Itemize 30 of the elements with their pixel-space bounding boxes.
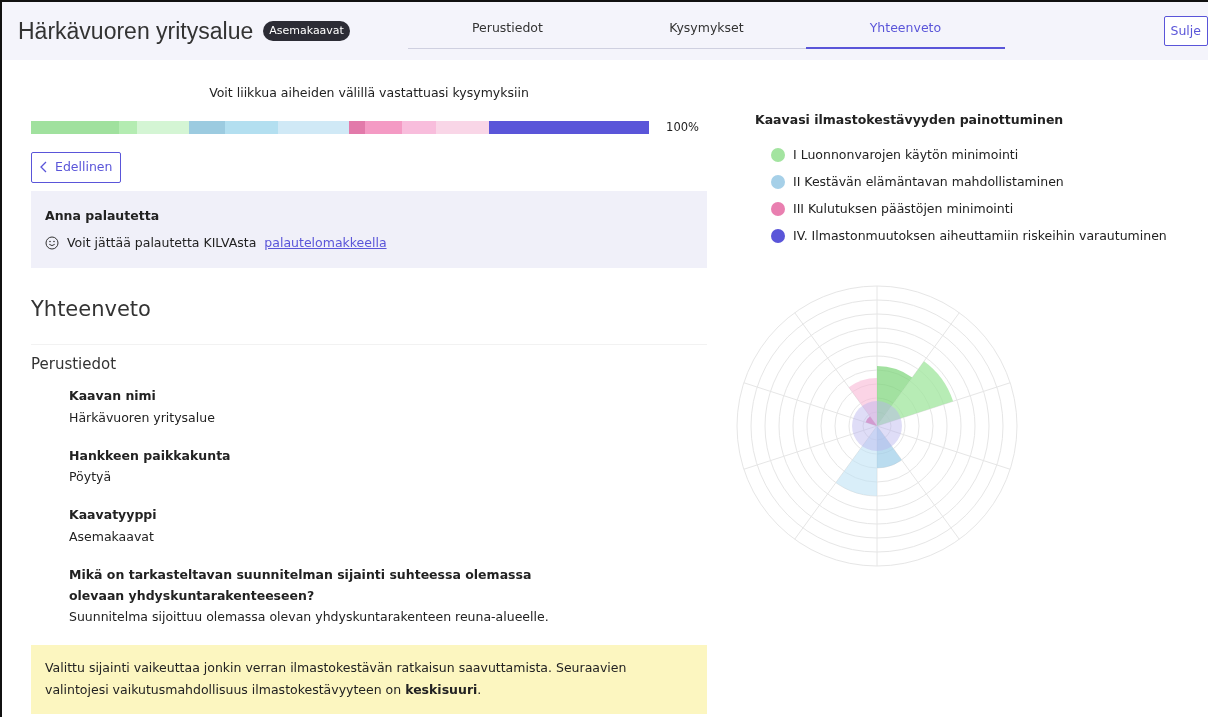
close-button[interactable]: Sulje (1163, 15, 1208, 47)
tab[interactable]: Perustiedot (407, 13, 607, 49)
field-label: Kaavan nimi (69, 387, 157, 406)
legend-label: IV. Ilmastonmuutoksen aiheuttamiin riskeihin varautuminen (793, 226, 1167, 245)
tab[interactable]: Kysymykset (606, 13, 806, 49)
previous-button[interactable]: Edellinen (31, 152, 122, 183)
section-heading: Perustiedot (31, 353, 118, 375)
field-value: Härkävuoren yritysalue (69, 408, 216, 427)
feedback-title: Anna palautetta (45, 206, 161, 225)
feedback-text: Voit jättää palautetta KILVAsta (67, 233, 257, 252)
page-title: Härkävuoren yritysalue (18, 16, 254, 46)
field-value: Pöytyä (69, 468, 113, 486)
legend-label: II Kestävän elämäntavan mahdollistaminen (793, 172, 1064, 191)
progress-reading: 100% (666, 118, 699, 136)
legend-label: III Kulutuksen päästöjen minimointi (793, 199, 1014, 218)
field-value: Asemakaavat (69, 527, 155, 546)
chevron-left-icon (40, 161, 47, 174)
field-label: Kaavatyyppi (69, 506, 158, 525)
field-label: Hankkeen paikkakunta (69, 446, 232, 465)
info-note: Valittu sijainti vaikeuttaa jonkin verran ilmastokestävän ratkaisun saavuttamista. Seuraavien valintojesi vaikutusmahdollisuus ilmastokestävyyteen on keskisuuri. (31, 644, 707, 714)
field-value: Suunnitelma sijoittuu olemassa olevan yhdyskuntarakenteen reuna-alueelle. (69, 608, 550, 627)
smiley-icon (45, 235, 59, 250)
progress-hint: Voit liikkua aiheiden välillä vastattuasi kysymyksiin (208, 84, 530, 102)
feedback-link[interactable]: palautelomakkeella (264, 233, 387, 253)
legend-label: I Luonnonvarojen käytön minimointi (793, 145, 1019, 164)
chart-title: Kaavasi ilmastokestävyyden painottuminen (755, 111, 1065, 129)
field-label: Mikä on tarkasteltavan suunnitelman sijainti suhteessa olemassa olevaan yhdyskuntarakenteeseen? (69, 565, 533, 605)
tab[interactable]: Yhteenveto (805, 13, 1005, 49)
plan-type-badge: Asemakaavat (263, 20, 350, 42)
summary-heading: Yhteenveto (31, 296, 152, 324)
